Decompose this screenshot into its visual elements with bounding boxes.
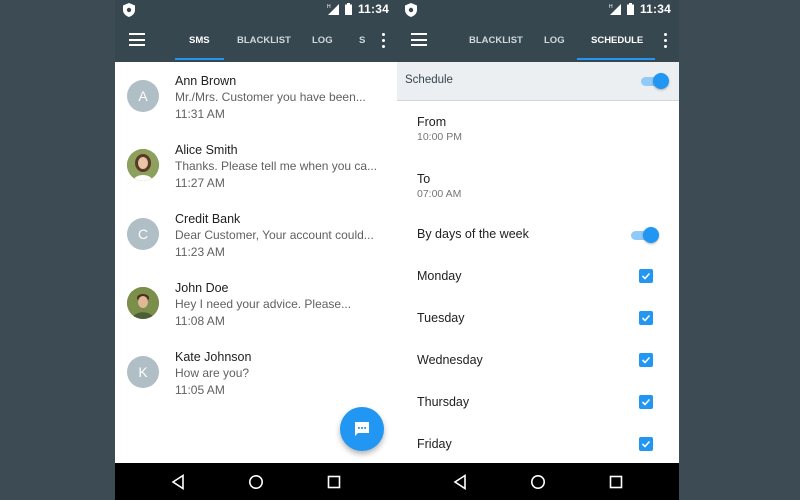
back-icon[interactable]	[170, 474, 186, 490]
status-time: 11:34	[639, 2, 671, 16]
tab-log[interactable]: LOG	[312, 20, 333, 62]
more-vert-icon[interactable]	[663, 33, 667, 49]
list-item[interactable]: John Doe Hey I need your advice. Please.…	[115, 269, 397, 338]
avatar: A	[127, 80, 159, 112]
schedule-settings: From 10:00 PM To 07:00 AM By days of the…	[397, 101, 679, 463]
tab-bar: BLACKLIST LOG SCHEDULE	[455, 20, 655, 62]
message-preview: Thanks. Please tell me when you ca...	[175, 159, 378, 173]
contact-name: Alice Smith	[175, 143, 238, 157]
signal-icon: H	[327, 4, 339, 15]
status-bar: H 11:34	[115, 0, 397, 20]
menu-icon[interactable]	[129, 33, 145, 47]
day-label: Wednesday	[417, 353, 483, 367]
schedule-label: Schedule	[405, 74, 453, 86]
status-bar: H 11:34	[397, 0, 679, 20]
day-label: Tuesday	[417, 311, 465, 325]
contact-name: John Doe	[175, 281, 229, 295]
schedule-switch[interactable]	[641, 73, 669, 89]
battery-icon	[344, 3, 352, 15]
status-time: 11:34	[357, 2, 389, 16]
signal-icon: H	[609, 4, 621, 15]
app-bar: BLACKLIST LOG SCHEDULE	[397, 20, 679, 62]
list-item[interactable]: K Kate Johnson How are you? 11:05 AM	[115, 338, 397, 407]
check-icon	[641, 272, 651, 280]
day-row-tuesday: Tuesday	[417, 309, 659, 329]
schedule-toggle-row: Schedule	[397, 62, 679, 101]
recents-icon[interactable]	[608, 474, 624, 490]
tab-blacklist[interactable]: BLACKLIST	[469, 20, 523, 62]
check-icon	[641, 440, 651, 448]
new-message-button[interactable]	[340, 407, 384, 451]
day-label: Friday	[417, 437, 452, 451]
avatar	[127, 149, 159, 181]
avatar	[127, 287, 159, 319]
contact-name: Ann Brown	[175, 74, 237, 88]
shield-icon	[123, 3, 135, 17]
message-time: 11:05 AM	[175, 383, 225, 397]
message-time: 11:31 AM	[175, 107, 225, 121]
list-item[interactable]: Alice Smith Thanks. Please tell me when …	[115, 131, 397, 200]
tuesday-checkbox[interactable]	[639, 311, 653, 325]
navigation-bar	[397, 463, 679, 500]
message-time: 11:08 AM	[175, 314, 225, 328]
from-label: From	[417, 115, 447, 129]
list-item[interactable]: A Ann Brown Mr./Mrs. Customer you have b…	[115, 62, 397, 131]
day-row-monday: Monday	[417, 267, 659, 287]
contact-name: Kate Johnson	[175, 350, 252, 364]
recents-icon[interactable]	[326, 474, 342, 490]
monday-checkbox[interactable]	[639, 269, 653, 283]
message-preview: Mr./Mrs. Customer you have been...	[175, 90, 366, 104]
contact-name: Credit Bank	[175, 212, 241, 226]
friday-checkbox[interactable]	[639, 437, 653, 451]
app-bar: SMS BLACKLIST LOG S	[115, 20, 397, 62]
wednesday-checkbox[interactable]	[639, 353, 653, 367]
sms-screen: H 11:34 SMS BLACKLIST LOG S A Ann Brown …	[115, 0, 397, 500]
menu-icon[interactable]	[411, 33, 427, 47]
message-time: 11:23 AM	[175, 245, 225, 259]
thursday-checkbox[interactable]	[639, 395, 653, 409]
shield-icon	[405, 3, 417, 17]
to-label: To	[417, 172, 431, 186]
by-days-label: By days of the week	[417, 227, 529, 241]
day-row-thursday: Thursday	[417, 393, 659, 413]
schedule-screen: H 11:34 BLACKLIST LOG SCHEDULE Schedule …	[397, 0, 679, 500]
from-value: 10:00 PM	[417, 131, 462, 143]
check-icon	[641, 314, 651, 322]
to-value: 07:00 AM	[417, 188, 462, 200]
chat-icon	[355, 422, 369, 436]
message-list: A Ann Brown Mr./Mrs. Customer you have b…	[115, 62, 397, 463]
svg-text:H: H	[609, 4, 613, 10]
svg-text:H: H	[327, 4, 331, 10]
navigation-bar	[115, 463, 397, 500]
tab-log[interactable]: LOG	[544, 20, 565, 62]
message-time: 11:27 AM	[175, 176, 225, 190]
day-row-friday: Friday	[417, 435, 659, 455]
battery-icon	[626, 3, 634, 15]
list-item[interactable]: C Credit Bank Dear Customer, Your accoun…	[115, 200, 397, 269]
home-icon[interactable]	[530, 474, 546, 490]
to-time-setting[interactable]: To 07:00 AM	[417, 171, 659, 201]
back-icon[interactable]	[452, 474, 468, 490]
by-days-row: By days of the week	[417, 225, 659, 245]
more-vert-icon[interactable]	[381, 33, 385, 49]
avatar: C	[127, 218, 159, 250]
avatar: K	[127, 356, 159, 388]
check-icon	[641, 398, 651, 406]
by-days-switch[interactable]	[631, 227, 659, 243]
home-icon[interactable]	[248, 474, 264, 490]
day-label: Monday	[417, 269, 462, 283]
day-label: Thursday	[417, 395, 470, 409]
tab-schedule[interactable]: S	[359, 20, 365, 62]
message-preview: How are you?	[175, 366, 250, 380]
tab-bar: SMS BLACKLIST LOG S	[173, 20, 373, 62]
check-icon	[641, 356, 651, 364]
tab-schedule[interactable]: SCHEDULE	[576, 20, 655, 62]
tab-blacklist[interactable]: BLACKLIST	[237, 20, 291, 62]
day-row-wednesday: Wednesday	[417, 351, 659, 371]
message-preview: Hey I need your advice. Please...	[175, 297, 352, 311]
message-preview: Dear Customer, Your account could...	[175, 228, 374, 242]
from-time-setting[interactable]: From 10:00 PM	[417, 114, 659, 144]
tab-sms[interactable]: SMS	[175, 20, 223, 62]
